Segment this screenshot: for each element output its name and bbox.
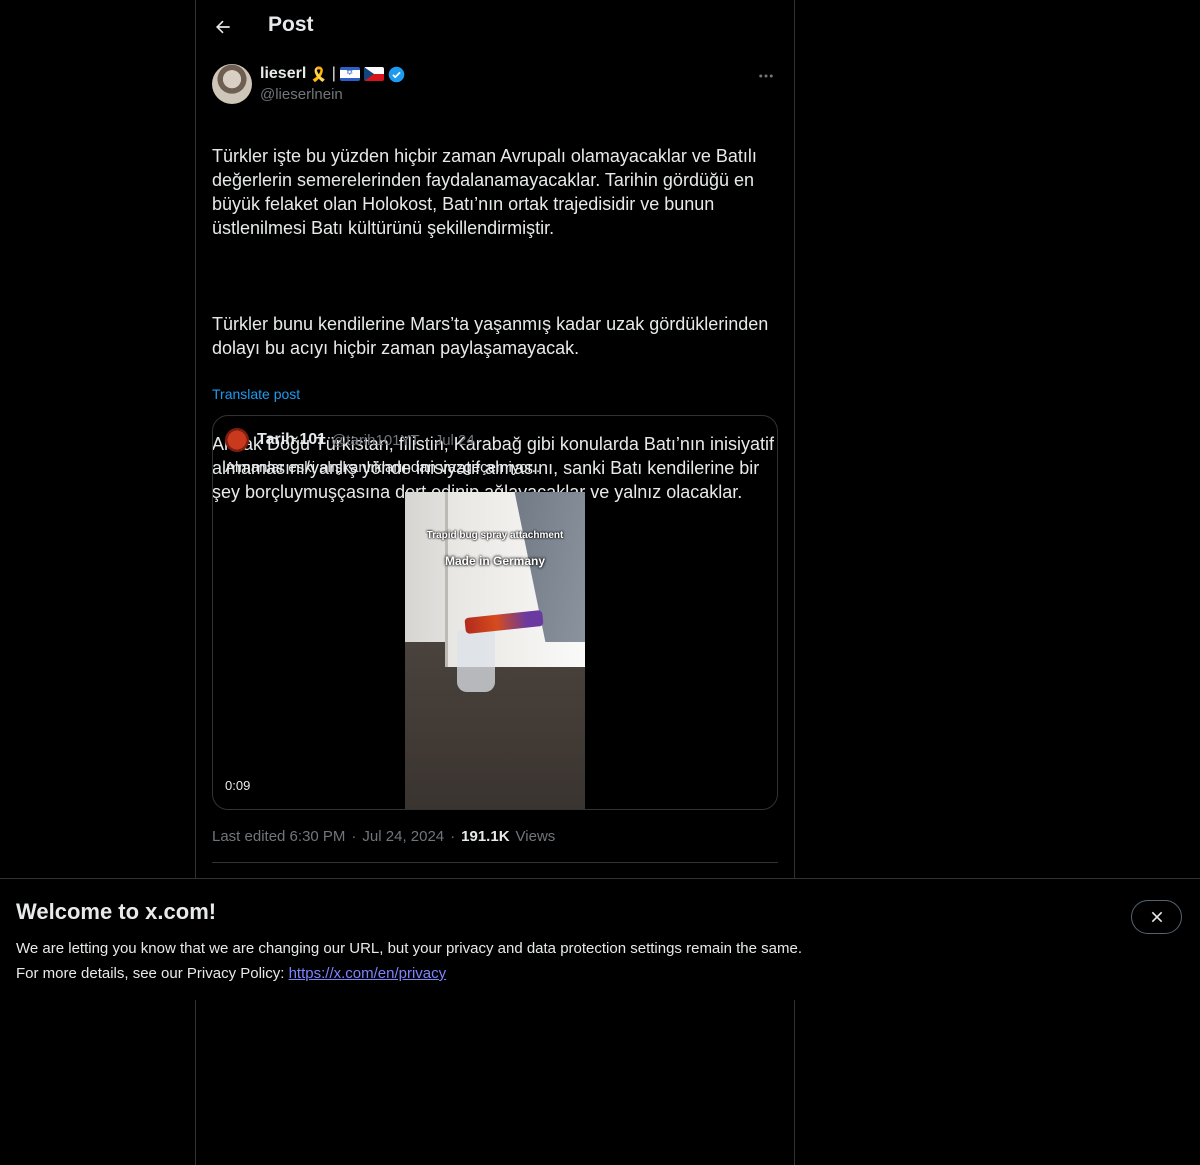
israel-flag-icon <box>339 67 360 81</box>
back-button[interactable] <box>210 14 236 40</box>
quoted-author-name: Tarih 101 <box>257 431 327 448</box>
close-icon <box>1151 911 1162 923</box>
video-caption: Made in Germany <box>444 554 546 568</box>
banner-title: Welcome to x.com! <box>16 899 217 924</box>
quoted-author-handle: @tarih101YT <box>331 431 420 449</box>
banner-line: For more details, see our Privacy Policy… <box>16 961 802 986</box>
video-caption: Trapid bug spray attachment <box>426 530 564 541</box>
author-name[interactable]: lieserl <box>260 65 306 83</box>
video-thumbnail[interactable]: Trapid bug spray attachment Made in Germ… <box>405 492 585 809</box>
views-label: Views <box>515 828 556 845</box>
post-meta: Last edited 6:30 PM · Jul 24, 2024 · 191… <box>212 828 555 845</box>
ribbon-icon: 🎗️ <box>310 66 328 82</box>
post-paragraph: Türkler bunu kendilerine Mars’ta yaşanmı… <box>212 314 769 358</box>
video-duration: 0:09 <box>225 778 251 793</box>
divider <box>212 862 778 863</box>
quoted-date: Jul 24 <box>434 431 475 449</box>
post-date[interactable]: Jul 24, 2024 <box>362 828 444 845</box>
czech-flag-icon <box>363 67 384 81</box>
translate-post-link[interactable]: Translate post <box>212 386 300 402</box>
video-floor <box>405 642 585 809</box>
name-separator: | <box>331 65 336 82</box>
header: Post <box>196 0 794 55</box>
arrow-left-icon <box>216 20 230 34</box>
banner-text: We are letting you know that we are chan… <box>16 936 802 986</box>
more-horizontal-icon <box>759 74 773 78</box>
author-name-line[interactable]: lieserl 🎗️ | <box>260 65 405 83</box>
dot-separator: · <box>424 431 430 449</box>
post-paragraph: Türkler işte bu yüzden hiçbir zaman Avru… <box>212 146 757 238</box>
privacy-policy-link[interactable]: https://x.com/en/privacy <box>289 965 447 982</box>
banner-line-prefix: For more details, see our Privacy Policy… <box>16 965 289 982</box>
quoted-avatar <box>225 428 249 452</box>
more-options-button[interactable] <box>754 64 778 88</box>
dot-separator: · <box>351 828 357 845</box>
post-author: lieserl 🎗️ | @lieserlnein <box>212 64 778 108</box>
author-handle[interactable]: @lieserlnein <box>260 86 343 103</box>
banner-line: We are letting you know that we are chan… <box>16 940 802 957</box>
edited-time[interactable]: Last edited 6:30 PM <box>212 828 345 845</box>
page-title: Post <box>268 13 314 36</box>
quoted-post-header: Tarih 101 @tarih101YT · Jul 24 <box>225 428 475 452</box>
quoted-post[interactable]: Tarih 101 @tarih101YT · Jul 24 Almanlar … <box>212 415 778 810</box>
video-cup <box>457 630 495 692</box>
close-banner-button[interactable] <box>1131 900 1182 934</box>
dot-separator: · <box>450 828 456 845</box>
quoted-text: Almanlar eski alışkanlıklarından vazgeçe… <box>225 459 541 476</box>
welcome-banner: Welcome to x.com! We are letting you kno… <box>0 878 1200 1000</box>
views-count: 191.1K <box>461 828 510 845</box>
avatar[interactable] <box>212 64 252 104</box>
verified-badge-icon <box>388 66 405 82</box>
